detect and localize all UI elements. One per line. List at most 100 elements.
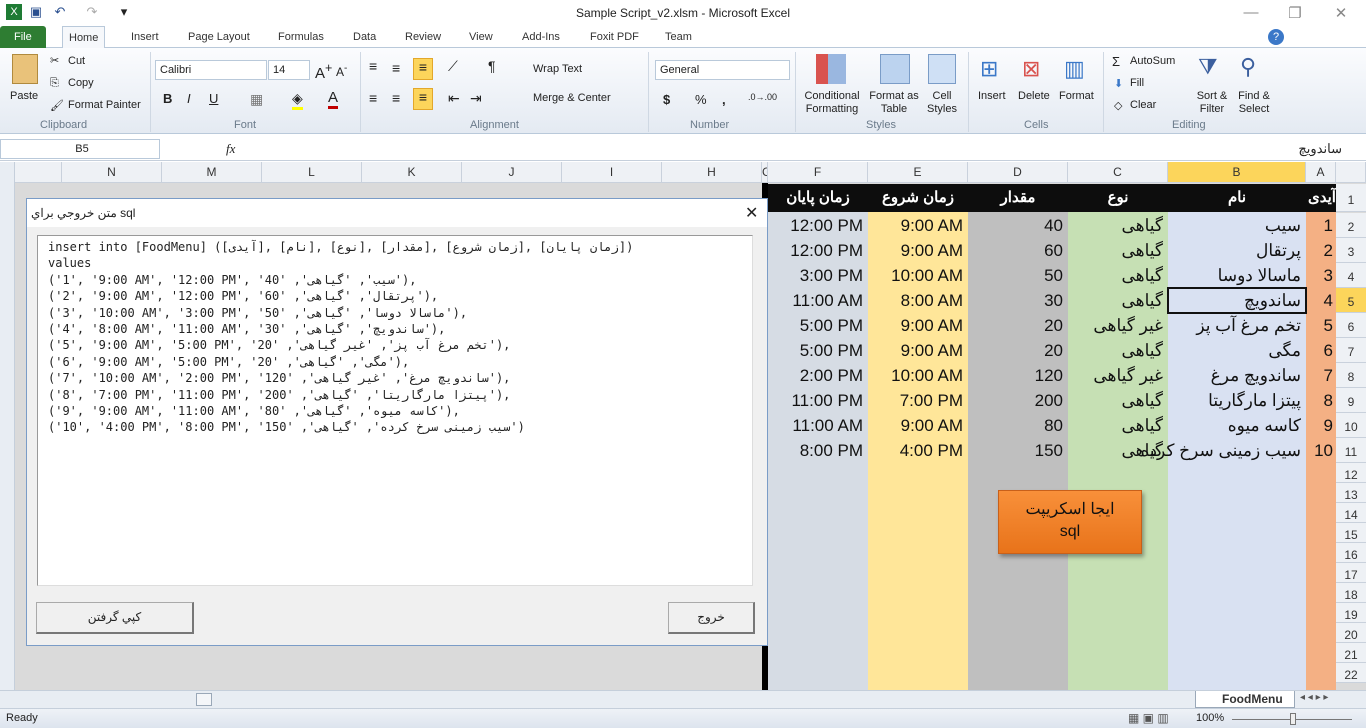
row-header[interactable]: 21: [1336, 643, 1366, 663]
tab-home[interactable]: Home: [62, 26, 106, 49]
row-header[interactable]: 11: [1336, 438, 1366, 463]
table-cell[interactable]: 80: [968, 413, 1068, 438]
column-header-h[interactable]: H: [662, 162, 762, 183]
underline-button[interactable]: U: [209, 91, 218, 106]
number-format-select[interactable]: General: [655, 60, 790, 80]
table-cell[interactable]: 6: [1306, 338, 1336, 363]
table-cell[interactable]: 2:00 PM: [768, 363, 868, 388]
table-cell[interactable]: 8:00 AM: [868, 288, 968, 313]
font-size-select[interactable]: 14: [268, 60, 310, 80]
dialog-close-button[interactable]: ✕: [745, 203, 758, 223]
exit-button[interactable]: خروج: [668, 602, 755, 634]
create-sql-script-button[interactable]: ایجا اسکریپت sql: [998, 490, 1142, 554]
table-cell[interactable]: 7:00 PM: [868, 388, 968, 413]
tab-add-ins[interactable]: Add-Ins: [516, 26, 566, 48]
table-cell[interactable]: کاسه میوه: [1168, 413, 1306, 438]
align-bottom-icon[interactable]: ≡: [413, 58, 433, 80]
row-header[interactable]: 17: [1336, 563, 1366, 583]
tab-view[interactable]: View: [463, 26, 499, 48]
align-top-icon[interactable]: ≡: [369, 58, 377, 74]
text-direction-icon[interactable]: ¶: [488, 58, 496, 74]
comma-button[interactable]: ,: [722, 92, 726, 107]
header-cell[interactable]: آیدی: [1306, 184, 1336, 212]
row-header[interactable]: 5: [1336, 288, 1366, 313]
table-cell[interactable]: گیاهی: [1068, 288, 1168, 313]
sql-textarea[interactable]: insert into [FoodMenu] ([آیدی], [نام], […: [37, 235, 753, 586]
column-header-n[interactable]: N: [62, 162, 162, 183]
percent-button[interactable]: %: [695, 92, 707, 107]
tab-review[interactable]: Review: [399, 26, 447, 48]
header-cell[interactable]: زمان شروع: [868, 184, 968, 212]
copy-button[interactable]: كپي گرفتن: [36, 602, 194, 634]
font-color-icon[interactable]: A: [328, 89, 339, 109]
header-cell[interactable]: زمان پایان: [768, 184, 868, 212]
column-header-k[interactable]: K: [362, 162, 462, 183]
table-cell[interactable]: 9:00 AM: [868, 338, 968, 363]
row-header[interactable]: 20: [1336, 623, 1366, 643]
tab-page-layout[interactable]: Page Layout: [182, 26, 256, 48]
select-all-corner[interactable]: [1336, 162, 1366, 183]
horizontal-scrollbar[interactable]: FoodMenu ◂ ◂ ▸ ▸: [0, 690, 1366, 708]
zoom-level[interactable]: 100%: [1196, 712, 1224, 724]
align-right-icon[interactable]: ≡: [413, 88, 433, 110]
table-cell[interactable]: غیر گیاهی: [1068, 313, 1168, 338]
bold-button[interactable]: B: [163, 91, 172, 106]
align-center-icon[interactable]: ≡: [392, 90, 400, 106]
table-cell[interactable]: 10:00 AM: [868, 363, 968, 388]
table-cell[interactable]: 12:00 PM: [768, 213, 868, 238]
row-header[interactable]: 18: [1336, 583, 1366, 603]
table-cell[interactable]: پرتقال: [1168, 238, 1306, 263]
table-cell[interactable]: 60: [968, 238, 1068, 263]
tab-file[interactable]: File: [0, 26, 46, 48]
table-cell[interactable]: 9:00 AM: [868, 413, 968, 438]
table-cell[interactable]: 3:00 PM: [768, 263, 868, 288]
currency-button[interactable]: $: [663, 92, 670, 107]
table-cell[interactable]: غیر گیاهی: [1068, 363, 1168, 388]
fill-color-icon[interactable]: ◈: [292, 90, 303, 110]
table-cell[interactable]: سیب: [1168, 213, 1306, 238]
sheet-tab-foodmenu[interactable]: FoodMenu: [1195, 691, 1295, 708]
table-cell[interactable]: 30: [968, 288, 1068, 313]
sort-filter-button[interactable]: Sort & Filter: [1193, 90, 1231, 116]
autosum-button[interactable]: AutoSum: [1130, 55, 1175, 67]
table-cell[interactable]: 10: [1306, 438, 1336, 463]
row-header[interactable]: 6: [1336, 313, 1366, 338]
increase-indent-icon[interactable]: ⇥: [470, 90, 482, 107]
table-cell[interactable]: 3: [1306, 263, 1336, 288]
table-cell[interactable]: 9:00 AM: [868, 238, 968, 263]
column-header-c[interactable]: C: [1068, 162, 1168, 183]
formula-input[interactable]: ساندویچ: [245, 139, 1350, 159]
table-cell[interactable]: 7: [1306, 363, 1336, 388]
table-cell[interactable]: گیاهی: [1068, 338, 1168, 363]
row-header[interactable]: 13: [1336, 483, 1366, 503]
format-as-table-button[interactable]: Format as Table: [868, 90, 920, 116]
row-header[interactable]: 8: [1336, 363, 1366, 388]
column-header-i[interactable]: I: [562, 162, 662, 183]
merge-center-button[interactable]: Merge & Center: [533, 92, 611, 104]
table-cell[interactable]: 120: [968, 363, 1068, 388]
decrease-indent-icon[interactable]: ⇤: [448, 90, 460, 107]
table-cell[interactable]: 10:00 AM: [868, 263, 968, 288]
paste-button[interactable]: Paste: [10, 90, 38, 102]
table-cell[interactable]: 12:00 PM: [768, 238, 868, 263]
table-cell[interactable]: 11:00 AM: [768, 413, 868, 438]
restore-button[interactable]: ❐: [1280, 4, 1310, 22]
table-cell[interactable]: 8:00 PM: [768, 438, 868, 463]
row-header[interactable]: 9: [1336, 388, 1366, 413]
table-cell[interactable]: 1: [1306, 213, 1336, 238]
column-header-d[interactable]: D: [968, 162, 1068, 183]
tab-data[interactable]: Data: [347, 26, 382, 48]
table-cell[interactable]: گیاهی: [1068, 413, 1168, 438]
format-painter-button[interactable]: Format Painter: [68, 99, 141, 111]
row-header[interactable]: 2: [1336, 213, 1366, 238]
table-cell[interactable]: 150: [968, 438, 1068, 463]
name-box[interactable]: B5: [0, 139, 160, 159]
column-header-b[interactable]: B: [1168, 162, 1306, 183]
row-header[interactable]: 14: [1336, 503, 1366, 523]
header-cell[interactable]: مقدار: [968, 184, 1068, 212]
row-header[interactable]: 22: [1336, 663, 1366, 683]
row-header[interactable]: 15: [1336, 523, 1366, 543]
table-cell[interactable]: گیاهی: [1068, 213, 1168, 238]
table-cell[interactable]: سیب زمینی سرخ کرده: [1136, 438, 1306, 463]
table-cell[interactable]: 2: [1306, 238, 1336, 263]
